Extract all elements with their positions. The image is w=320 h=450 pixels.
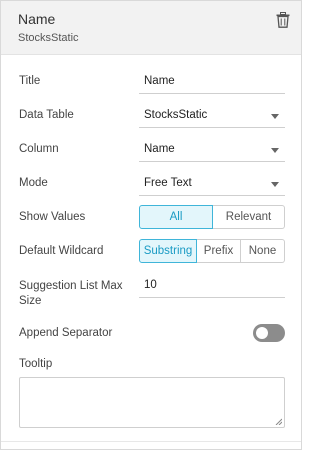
trash-icon[interactable]	[276, 12, 290, 28]
switch-knob	[256, 327, 268, 339]
resize-grip-icon[interactable]	[275, 418, 282, 425]
chevron-down-icon	[271, 114, 279, 119]
column-label: Column	[19, 143, 59, 155]
tooltip-label: Tooltip	[19, 358, 53, 370]
show-values-toggle: All Relevant	[139, 205, 285, 229]
divider	[1, 441, 301, 442]
default-wildcard-label: Default Wildcard	[19, 245, 104, 257]
suggestion-max-label-line2: Size	[19, 295, 42, 307]
tooltip-textarea[interactable]	[19, 377, 285, 428]
default-wildcard-toggle: Substring Prefix None	[139, 239, 285, 263]
mode-label: Mode	[19, 177, 48, 189]
column-value: Name	[144, 143, 175, 155]
mode-value: Free Text	[144, 177, 192, 189]
wildcard-none[interactable]: None	[241, 239, 285, 263]
title-input-value: Name	[144, 75, 175, 87]
suggestion-max-label: Suggestion List Max Size	[19, 279, 123, 309]
data-table-value: StocksStatic	[144, 109, 208, 121]
chevron-down-icon	[271, 182, 279, 187]
append-separator-switch[interactable]	[253, 324, 285, 342]
panel-subtitle: StocksStatic	[18, 32, 79, 44]
chevron-down-icon	[271, 148, 279, 153]
show-values-all[interactable]: All	[139, 205, 213, 229]
settings-panel: Name StocksStatic Title Name Data Table …	[0, 0, 302, 450]
suggestion-max-label-line1: Suggestion List Max	[19, 280, 123, 292]
suggestion-max-input[interactable]: 10	[139, 279, 285, 298]
suggestion-max-value: 10	[144, 279, 157, 291]
column-select[interactable]: Name	[139, 143, 285, 162]
wildcard-prefix[interactable]: Prefix	[197, 239, 241, 263]
data-table-label: Data Table	[19, 109, 74, 121]
wildcard-substring[interactable]: Substring	[139, 239, 197, 263]
title-label: Title	[19, 75, 41, 87]
panel-title: Name	[18, 11, 56, 27]
show-values-label: Show Values	[19, 211, 86, 223]
title-input[interactable]: Name	[139, 75, 285, 94]
panel-header: Name StocksStatic	[1, 1, 301, 55]
append-separator-label: Append Separator	[19, 327, 113, 339]
mode-select[interactable]: Free Text	[139, 177, 285, 196]
data-table-select[interactable]: StocksStatic	[139, 109, 285, 128]
show-values-relevant[interactable]: Relevant	[213, 205, 285, 229]
